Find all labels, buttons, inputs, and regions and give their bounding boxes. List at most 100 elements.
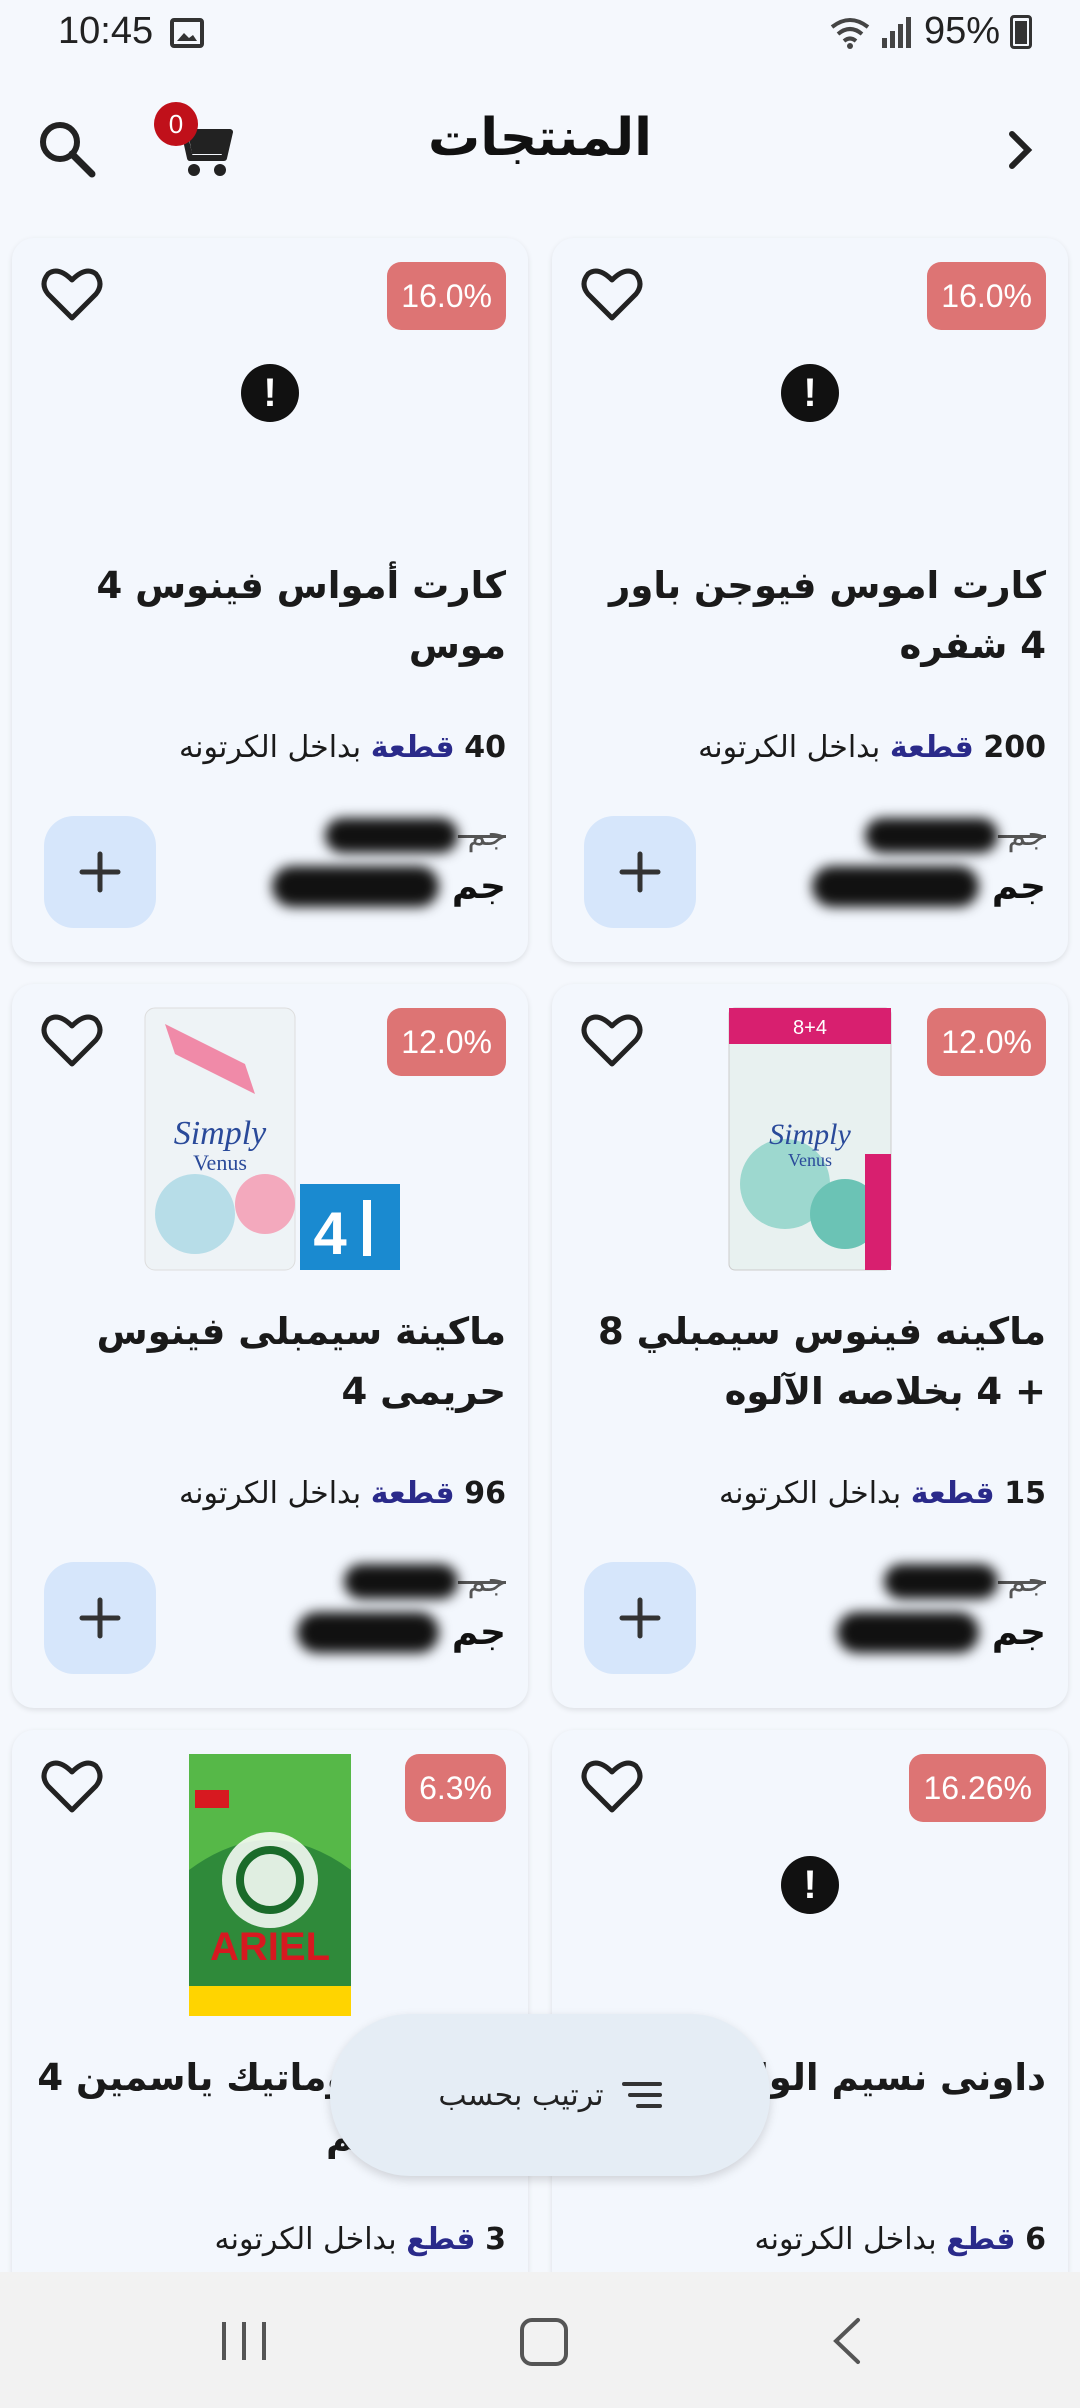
svg-text:Venus: Venus bbox=[193, 1150, 247, 1175]
quantity-number: 40 bbox=[464, 730, 506, 765]
status-time: 10:45 bbox=[58, 10, 154, 52]
product-card[interactable]: 12.0% 8+4 Simply Venus ماكينه فينوس سيمب… bbox=[552, 984, 1068, 1708]
currency: جم bbox=[991, 1612, 1046, 1653]
plus-icon bbox=[619, 1597, 661, 1639]
svg-text:ARIEL: ARIEL bbox=[210, 1925, 330, 1969]
quantity-unit: قطعة bbox=[889, 730, 974, 765]
plus-icon bbox=[79, 1597, 121, 1639]
image-notification-icon bbox=[170, 18, 204, 48]
quantity-info: 96 قطعة بداخل الكرتونه bbox=[179, 1476, 506, 1511]
quantity-unit: قطع bbox=[946, 2222, 1016, 2257]
app-header: 0 المنتجات bbox=[0, 90, 1080, 200]
product-card[interactable]: 16.0% ! كارت اموس فيوجن باور 4 شفره 200 … bbox=[552, 238, 1068, 962]
add-to-cart-button[interactable] bbox=[44, 1562, 156, 1674]
product-name: كارت اموس فيوجن باور 4 شفره bbox=[609, 564, 1046, 667]
currency: جم bbox=[1007, 818, 1046, 853]
wifi-icon bbox=[830, 17, 870, 49]
recents-icon[interactable] bbox=[216, 2318, 272, 2364]
sort-icon bbox=[621, 2082, 662, 2108]
heart-icon[interactable] bbox=[580, 1010, 644, 1070]
sort-label: ترتيب بحسب bbox=[438, 2077, 604, 2113]
plus-icon bbox=[619, 851, 661, 893]
chevron-right-icon[interactable] bbox=[990, 120, 1050, 180]
svg-text:4: 4 bbox=[313, 1200, 347, 1267]
quantity-number: 3 bbox=[485, 2222, 506, 2257]
status-bar: 10:45 95% bbox=[0, 0, 1080, 70]
product-name: ماكينة سيمبلى فينوس حريمى 4 bbox=[96, 1310, 506, 1413]
ariel-pack-image: ARIEL bbox=[189, 1754, 351, 2016]
product-name: ماكينه فينوس سيمبلي 8 + 4 بخلاصه الآلوه bbox=[598, 1310, 1046, 1413]
product-image: ARIEL bbox=[112, 1750, 428, 2020]
battery-percent: 95% bbox=[923, 10, 1000, 52]
quantity-info: 40 قطعة بداخل الكرتونه bbox=[179, 730, 506, 765]
sort-button[interactable]: ترتيب بحسب bbox=[330, 2014, 770, 2176]
currency: جم bbox=[451, 866, 506, 907]
heart-icon[interactable] bbox=[40, 1756, 104, 1816]
quantity-number: 200 bbox=[983, 730, 1046, 765]
svg-text:Venus: Venus bbox=[788, 1150, 832, 1170]
product-card[interactable]: 12.0% Simply Venus 4 ماكينة سيمبلى فينوس… bbox=[12, 984, 528, 1708]
quantity-unit: قطعة bbox=[370, 1476, 455, 1511]
heart-icon[interactable] bbox=[580, 1756, 644, 1816]
plus-icon bbox=[79, 851, 121, 893]
alert-icon: ! bbox=[781, 364, 839, 422]
quantity-info: 15 قطعة بداخل الكرتونه bbox=[719, 1476, 1046, 1511]
home-icon[interactable] bbox=[520, 2318, 568, 2366]
new-price: جم 69.32 bbox=[297, 1612, 506, 1653]
heart-icon[interactable] bbox=[40, 1010, 104, 1070]
new-price-value: 249.46 bbox=[272, 866, 440, 907]
alert-icon: ! bbox=[241, 364, 299, 422]
quantity-suffix: بداخل الكرتونه bbox=[754, 2222, 937, 2257]
alert-icon: ! bbox=[781, 1856, 839, 1914]
quantity-unit: قطعة bbox=[370, 730, 455, 765]
quantity-number: 96 bbox=[464, 1476, 506, 1511]
status-icons: 95% bbox=[830, 10, 1032, 53]
heart-icon[interactable] bbox=[40, 264, 104, 324]
quantity-info: 200 قطعة بداخل الكرتونه bbox=[698, 730, 1046, 765]
quantity-unit: قطع bbox=[406, 2222, 476, 2257]
product-image: ! bbox=[652, 258, 968, 528]
signal-icon bbox=[881, 16, 911, 48]
product-card[interactable]: 16.0% ! كارت أمواس فينوس 4 موس 40 قطعة ب… bbox=[12, 238, 528, 962]
old-price: جم 96.50 bbox=[884, 1564, 1046, 1599]
quantity-number: 6 bbox=[1025, 2222, 1046, 2257]
new-price: جم 249.46 bbox=[272, 866, 506, 907]
old-price-value: 290.19 bbox=[324, 818, 458, 853]
svg-text:Simply: Simply bbox=[174, 1115, 267, 1152]
quantity-number: 15 bbox=[1004, 1476, 1046, 1511]
product-image: ! bbox=[652, 1750, 968, 2020]
quantity-info: 3 قطع بداخل الكرتونه bbox=[215, 2222, 506, 2257]
battery-icon bbox=[1010, 14, 1032, 49]
new-price: جم 508.70 bbox=[812, 866, 1046, 907]
old-price: جم 290.19 bbox=[324, 818, 506, 853]
product-image: ! bbox=[112, 258, 428, 528]
new-price-value: 86.34 bbox=[837, 1612, 980, 1653]
venus-pack-image: 8+4 Simply Venus bbox=[728, 1007, 892, 1271]
old-price-value: 77.48 bbox=[344, 1564, 458, 1599]
quantity-suffix: بداخل الكرتونه bbox=[719, 1476, 902, 1511]
currency: جم bbox=[467, 818, 506, 853]
quantity-unit: قطعة bbox=[910, 1476, 995, 1511]
new-price-value: 508.70 bbox=[812, 866, 980, 907]
quantity-suffix: بداخل الكرتونه bbox=[179, 730, 362, 765]
currency: جم bbox=[1007, 1564, 1046, 1599]
old-price-value: 591.75 bbox=[864, 818, 998, 853]
add-to-cart-button[interactable] bbox=[584, 816, 696, 928]
svg-text:8+4: 8+4 bbox=[793, 1017, 827, 1039]
currency: جم bbox=[991, 866, 1046, 907]
old-price-value: 96.50 bbox=[884, 1564, 998, 1599]
svg-text:Simply: Simply bbox=[769, 1118, 851, 1151]
add-to-cart-button[interactable] bbox=[584, 1562, 696, 1674]
back-icon[interactable] bbox=[826, 2316, 866, 2366]
quantity-suffix: بداخل الكرتونه bbox=[214, 2222, 397, 2257]
heart-icon[interactable] bbox=[580, 264, 644, 324]
add-to-cart-button[interactable] bbox=[44, 816, 156, 928]
venus-pink-pack-image: Simply Venus 4 bbox=[144, 1007, 400, 1271]
currency: جم bbox=[451, 1612, 506, 1653]
quantity-suffix: بداخل الكرتونه bbox=[179, 1476, 362, 1511]
system-nav-bar bbox=[0, 2272, 1080, 2408]
new-price: جم 86.34 bbox=[837, 1612, 1046, 1653]
old-price: جم 77.48 bbox=[344, 1564, 506, 1599]
currency: جم bbox=[467, 1564, 506, 1599]
product-image: 8+4 Simply Venus bbox=[652, 1004, 968, 1274]
